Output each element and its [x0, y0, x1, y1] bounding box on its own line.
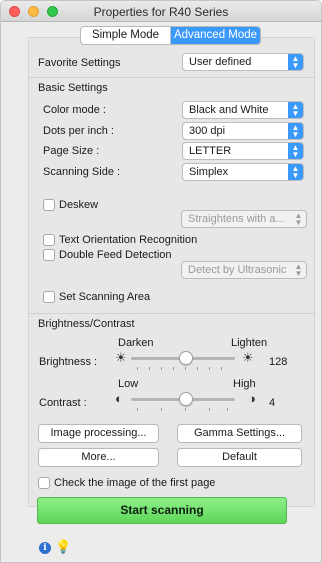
- tab-advanced-mode[interactable]: Advanced Mode: [171, 27, 260, 44]
- sun-dim-icon: ☀: [115, 350, 127, 365]
- dpi-label: Dots per inch :: [43, 125, 114, 137]
- slider-tick: [227, 408, 228, 411]
- popup-chevron-icon: ▲ ▼: [288, 123, 303, 139]
- text-orientation-label: Text Orientation Recognition: [59, 234, 198, 246]
- brightness-value: 128: [269, 356, 288, 368]
- more-button[interactable]: More...: [38, 448, 159, 467]
- brightness-label: Brightness :: [39, 356, 98, 368]
- check-first-page-label: Check the image of the first page: [54, 477, 216, 489]
- info-icon[interactable]: i: [39, 542, 51, 554]
- brightness-contrast-heading: Brightness/Contrast: [38, 318, 135, 330]
- dpi-value: 300 dpi: [189, 125, 226, 137]
- brightness-slider-thumb[interactable]: [179, 351, 193, 365]
- color-mode-value: Black and White: [189, 104, 269, 116]
- slider-tick: [185, 408, 186, 411]
- gamma-settings-button[interactable]: Gamma Settings...: [177, 424, 302, 443]
- basic-settings-heading: Basic Settings: [38, 82, 108, 94]
- slider-tick: [149, 367, 150, 370]
- popup-chevron-icon: ▲ ▼: [288, 54, 303, 70]
- scanning-area-checkbox[interactable]: [43, 291, 55, 303]
- slider-tick: [161, 367, 162, 370]
- favorite-settings-value: User defined: [189, 56, 252, 68]
- title-bar: Properties for R40 Series: [1, 1, 321, 22]
- contrast-low-icon: ◐: [115, 391, 123, 406]
- default-button[interactable]: Default: [177, 448, 302, 467]
- slider-tick: [185, 367, 186, 370]
- color-mode-label: Color mode :: [43, 104, 106, 116]
- divider: [28, 313, 315, 314]
- double-feed-checkbox[interactable]: [43, 249, 55, 261]
- slider-tick: [173, 367, 174, 370]
- slider-tick: [137, 408, 138, 411]
- double-feed-option-value: Detect by Ultrasonic: [188, 264, 287, 276]
- scanning-side-value: Simplex: [189, 166, 229, 178]
- scanning-side-popup[interactable]: Simplex ▲ ▼: [182, 163, 304, 181]
- slider-tick: [161, 408, 162, 411]
- deskew-option-value: Straightens with a...: [188, 213, 285, 225]
- favorite-settings-popup[interactable]: User defined ▲ ▼: [182, 53, 304, 71]
- tab-simple-mode[interactable]: Simple Mode: [81, 27, 171, 44]
- slider-tick: [209, 408, 210, 411]
- deskew-option-popup[interactable]: Straightens with a... ▲ ▼: [181, 210, 307, 228]
- contrast-low-label: Low: [118, 378, 139, 390]
- deskew-checkbox[interactable]: [43, 199, 55, 211]
- contrast-slider-thumb[interactable]: [179, 392, 193, 406]
- popup-chevron-icon: ▲ ▼: [288, 164, 303, 180]
- slider-tick: [137, 367, 138, 370]
- double-feed-option-popup[interactable]: Detect by Ultrasonic ▲ ▼: [181, 261, 307, 279]
- text-orientation-checkbox[interactable]: [43, 234, 55, 246]
- deskew-label: Deskew: [59, 199, 99, 211]
- page-size-label: Page Size :: [43, 145, 100, 157]
- double-feed-label: Double Feed Detection: [59, 249, 172, 261]
- sun-bright-icon: ☀: [242, 350, 254, 365]
- color-mode-popup[interactable]: Black and White ▲ ▼: [182, 101, 304, 119]
- popup-chevron-icon: ▲ ▼: [294, 211, 303, 227]
- lightbulb-icon[interactable]: 💡: [55, 539, 71, 555]
- check-first-page-checkbox[interactable]: [38, 477, 50, 489]
- divider: [28, 77, 315, 78]
- popup-chevron-icon: ▲ ▼: [294, 262, 303, 278]
- contrast-high-icon: ◑: [248, 391, 256, 406]
- dpi-popup[interactable]: 300 dpi ▲ ▼: [182, 122, 304, 140]
- slider-tick: [197, 367, 198, 370]
- window-title: Properties for R40 Series: [93, 5, 229, 19]
- contrast-label: Contrast :: [39, 397, 87, 409]
- brightness-darken-label: Darken: [118, 337, 154, 349]
- scanning-side-label: Scanning Side :: [43, 166, 121, 178]
- start-scanning-button[interactable]: Start scanning: [37, 497, 287, 524]
- page-size-value: LETTER: [189, 145, 232, 157]
- slider-tick: [209, 367, 210, 370]
- contrast-high-label: High: [233, 378, 256, 390]
- popup-chevron-icon: ▲ ▼: [288, 102, 303, 118]
- page-size-popup[interactable]: LETTER ▲ ▼: [182, 142, 304, 160]
- contrast-value: 4: [269, 397, 276, 409]
- popup-chevron-icon: ▲ ▼: [288, 143, 303, 159]
- brightness-lighten-label: Lighten: [231, 337, 268, 349]
- mode-segmented-control: Simple Mode Advanced Mode: [80, 26, 261, 45]
- image-processing-button[interactable]: Image processing...: [38, 424, 159, 443]
- favorite-settings-label: Favorite Settings: [38, 57, 121, 69]
- properties-window: Properties for R40 Series Simple Mode Ad…: [0, 0, 322, 563]
- scanning-area-label: Set Scanning Area: [59, 291, 151, 303]
- slider-tick: [221, 367, 222, 370]
